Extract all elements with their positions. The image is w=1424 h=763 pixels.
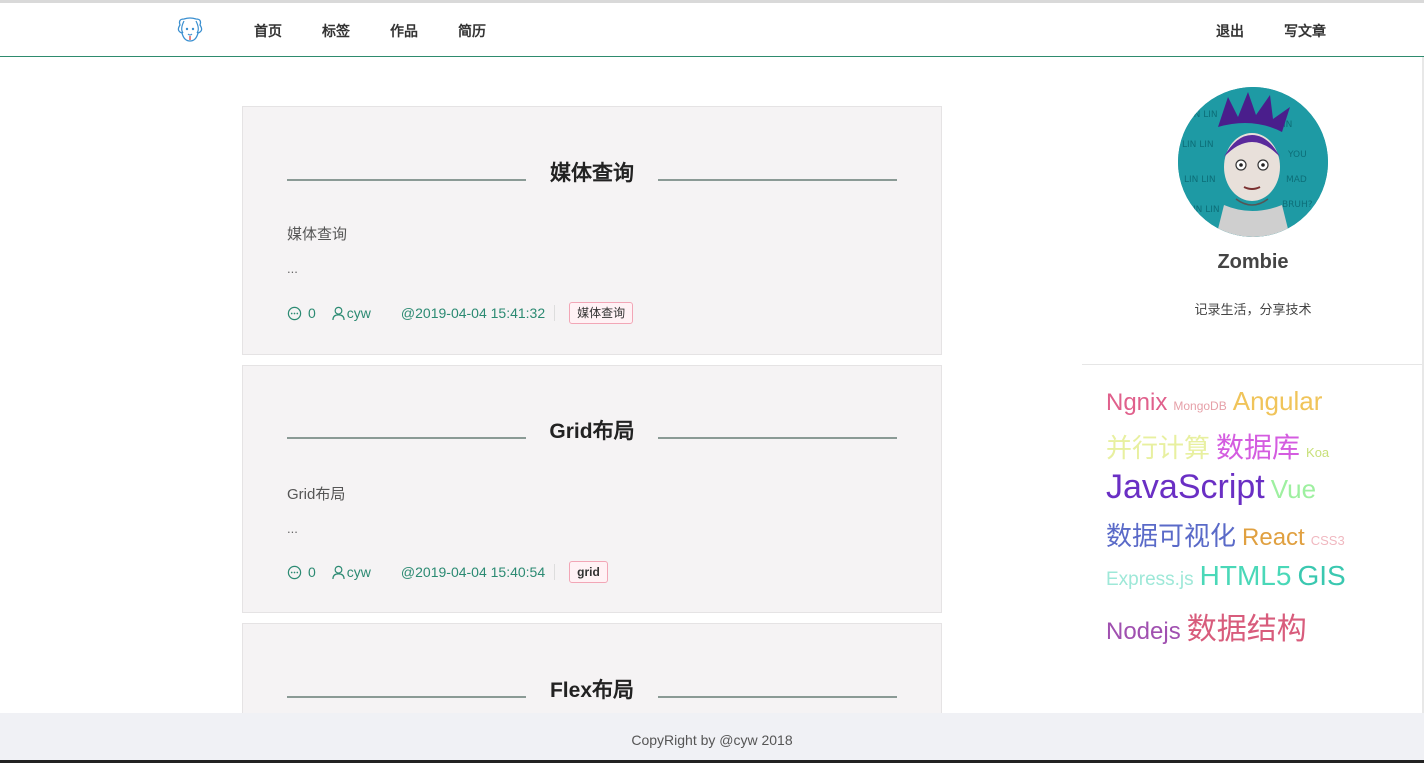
tag-cloud: Ngnix MongoDB Angular 并行计算 数据库 Koa JavaScript V… — [1106, 386, 1406, 648]
tag-cloud-row: Ngnix MongoDB Angular — [1106, 386, 1406, 426]
tag-cloud-row: Nodejs 数据结构 — [1106, 604, 1406, 648]
post-ellipsis: ... — [287, 261, 298, 276]
copyright-text: CopyRight by @cyw 2018 — [631, 732, 793, 748]
comment-count-value: 0 — [308, 305, 316, 321]
svg-text:BRUH?: BRUH? — [1282, 200, 1313, 210]
nav-resume[interactable]: 简历 — [458, 21, 486, 41]
tag-cloud-item[interactable]: 数据库 — [1216, 426, 1300, 466]
post-author: cyw — [332, 564, 371, 580]
tag-cloud-item[interactable]: MongoDB — [1173, 399, 1226, 413]
tag-cloud-item[interactable]: Express.js — [1106, 569, 1194, 591]
tag-cloud-row: 数据可视化 React CSS3 — [1106, 516, 1406, 560]
tag-cloud-item[interactable]: 并行计算 — [1106, 428, 1210, 465]
title-rule-right — [658, 696, 897, 698]
comment-count: 0 — [287, 305, 316, 321]
post-tag[interactable]: grid — [569, 561, 608, 583]
svg-text:MAD: MAD — [1286, 175, 1307, 185]
post-summary: 媒体查询 — [287, 226, 348, 243]
comment-count: 0 — [287, 564, 316, 580]
user-icon — [332, 565, 345, 579]
nav-home[interactable]: 首页 — [254, 21, 282, 41]
tag-cloud-item[interactable]: Koa — [1306, 445, 1329, 460]
tag-cloud-item[interactable]: Angular — [1233, 386, 1323, 417]
comment-icon — [287, 306, 302, 320]
svg-text:LIN LIN: LIN LIN — [1184, 175, 1216, 185]
sidebar-divider — [1082, 364, 1424, 365]
page-footer: CopyRight by @cyw 2018 — [0, 713, 1424, 763]
post-tag[interactable]: 媒体查询 — [569, 302, 634, 324]
tag-cloud-item[interactable]: HTML5 — [1200, 560, 1292, 592]
post-author-name[interactable]: cyw — [347, 564, 371, 580]
tag-cloud-item[interactable]: 数据结构 — [1187, 604, 1307, 648]
svg-text:LIN LIN: LIN LIN — [1188, 205, 1220, 215]
user-nav: 退出 写文章 — [1176, 21, 1326, 41]
title-rule-right — [658, 179, 897, 181]
post-summary: Grid布局 — [287, 486, 346, 503]
dog-logo-icon[interactable] — [174, 15, 206, 45]
tag-cloud-item[interactable]: Vue — [1271, 474, 1316, 505]
user-icon — [332, 306, 345, 320]
post-title-row: Grid布局 — [287, 411, 897, 445]
post-title-row: Flex布局 — [287, 670, 897, 704]
tag-cloud-item[interactable]: GIS — [1297, 560, 1345, 592]
tag-cloud-row: JavaScript Vue — [1106, 468, 1406, 516]
tag-cloud-item[interactable]: CSS3 — [1311, 533, 1345, 548]
post-card: 媒体查询 媒体查询 ... 0 cyw @2019-04-04 15:41:32… — [242, 106, 942, 355]
tag-cloud-row: 并行计算 数据库 Koa — [1106, 426, 1406, 468]
post-meta: 0 cyw @2019-04-04 15:40:54 grid — [287, 561, 608, 583]
post-author: cyw — [332, 305, 371, 321]
avatar-illustration-icon: LIN LINLIN LIN LINYOU LIN LIN MAD LIN LIN… — [1178, 87, 1328, 237]
top-navbar: 首页 标签 作品 简历 退出 写文章 — [0, 3, 1424, 57]
post-title[interactable]: Flex布局 — [287, 674, 897, 704]
post-title-row: 媒体查询 — [287, 153, 897, 187]
tag-cloud-item[interactable]: Ngnix — [1106, 389, 1167, 417]
post-date: @2019-04-04 15:40:54 — [401, 564, 556, 580]
author-avatar[interactable]: LIN LIN LIN LIN LIN YOU LIN LIN MAD LIN LIN… — [1178, 87, 1328, 237]
post-author-name[interactable]: cyw — [347, 305, 371, 321]
post-card: Grid布局 Grid布局 ... 0 cyw @2019-04-04 15:4… — [242, 365, 942, 613]
author-name: Zombie — [1217, 251, 1289, 273]
tag-cloud-item[interactable]: Nodejs — [1106, 618, 1181, 646]
tag-cloud-row: Express.js HTML5 GIS — [1106, 560, 1406, 604]
svg-text:LIN LIN: LIN LIN — [1182, 140, 1214, 150]
post-title[interactable]: 媒体查询 — [287, 157, 897, 187]
post-title[interactable]: Grid布局 — [287, 415, 897, 445]
tag-cloud-item[interactable]: 数据可视化 — [1106, 516, 1236, 553]
title-rule-right — [658, 437, 897, 439]
post-date: @2019-04-04 15:41:32 — [401, 305, 556, 321]
tag-cloud-item[interactable]: React — [1242, 524, 1305, 552]
nav-works[interactable]: 作品 — [390, 21, 418, 41]
main-nav: 首页 标签 作品 简历 — [254, 21, 526, 41]
author-motto: 记录生活，分享技术 — [1194, 302, 1312, 317]
write-article-link[interactable]: 写文章 — [1284, 21, 1326, 41]
post-card: Flex布局 — [242, 623, 942, 723]
svg-text:YOU: YOU — [1287, 150, 1307, 160]
comment-count-value: 0 — [308, 564, 316, 580]
post-meta: 0 cyw @2019-04-04 15:41:32 媒体查询 — [287, 302, 634, 324]
post-ellipsis: ... — [287, 521, 298, 536]
logout-link[interactable]: 退出 — [1216, 21, 1244, 41]
tag-cloud-item[interactable]: JavaScript — [1106, 468, 1265, 507]
svg-text:LIN LIN: LIN LIN — [1186, 110, 1218, 120]
nav-tags[interactable]: 标签 — [322, 21, 350, 41]
comment-icon — [287, 565, 302, 579]
